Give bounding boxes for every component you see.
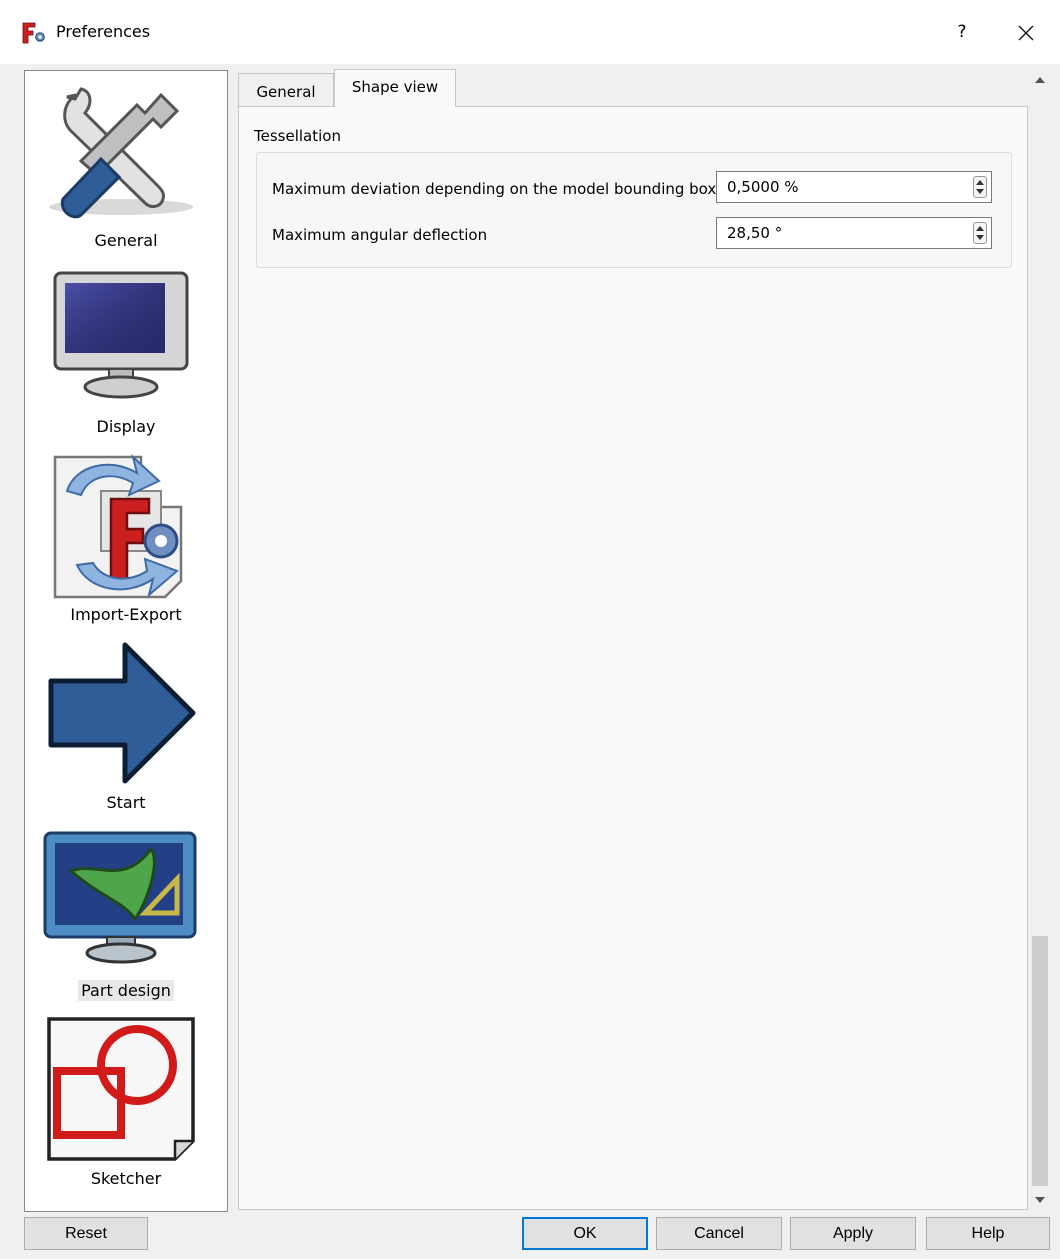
- tab-shape-view[interactable]: Shape view: [334, 69, 456, 107]
- general-tools-icon: [49, 87, 193, 219]
- category-label: Import-Export: [70, 605, 182, 624]
- spin-arrows-icon: [976, 180, 984, 194]
- vertical-scrollbar[interactable]: [1030, 70, 1050, 1210]
- category-part-design[interactable]: Part design: [25, 827, 227, 1014]
- category-label: Display: [96, 417, 156, 436]
- chevron-down-icon: [1035, 1197, 1045, 1203]
- deviation-spin-arrows[interactable]: [973, 176, 987, 198]
- tessellation-group-title: Tessellation: [254, 127, 341, 145]
- category-import-export[interactable]: Import-Export: [25, 451, 227, 638]
- category-label: General: [94, 231, 158, 250]
- sketcher-icon: [47, 1017, 195, 1161]
- category-display[interactable]: Display: [25, 263, 227, 450]
- context-help-button[interactable]: ?: [950, 18, 974, 46]
- scrollbar-thumb[interactable]: [1032, 936, 1048, 1186]
- tab-general[interactable]: General: [238, 73, 334, 106]
- reset-button[interactable]: Reset: [24, 1217, 148, 1250]
- category-label: Start: [106, 793, 146, 812]
- window-title: Preferences: [56, 22, 151, 41]
- angular-deflection-value: 28,50 °: [727, 224, 783, 242]
- title-bar: Preferences ?: [0, 0, 1060, 64]
- angular-spin-arrows[interactable]: [973, 222, 987, 244]
- scroll-up-button[interactable]: [1030, 70, 1050, 90]
- display-monitor-icon: [53, 271, 189, 399]
- tessellation-group: [256, 152, 1012, 268]
- close-button[interactable]: [1008, 18, 1044, 48]
- start-arrow-icon: [48, 642, 196, 784]
- freecad-app-icon: [22, 22, 45, 44]
- help-button[interactable]: Help: [926, 1217, 1050, 1250]
- category-general[interactable]: General: [25, 75, 227, 262]
- apply-button[interactable]: Apply: [790, 1217, 916, 1250]
- shape-view-page: [238, 106, 1028, 1210]
- preferences-category-list[interactable]: General Display Import-Export Start Part…: [24, 70, 228, 1212]
- category-start[interactable]: Start: [25, 639, 227, 826]
- category-label: Sketcher: [90, 1169, 162, 1188]
- ok-button[interactable]: OK: [522, 1217, 648, 1250]
- cancel-button[interactable]: Cancel: [656, 1217, 782, 1250]
- spin-arrows-icon: [976, 226, 984, 240]
- close-icon: [1018, 25, 1034, 41]
- import-export-icon: [53, 453, 183, 599]
- angular-deflection-label: Maximum angular deflection: [272, 226, 488, 244]
- deviation-label: Maximum deviation depending on the model…: [272, 180, 717, 198]
- scroll-down-button[interactable]: [1030, 1190, 1050, 1210]
- angular-deflection-spinbox[interactable]: 28,50 °: [716, 217, 992, 249]
- category-label: Part design: [78, 980, 174, 1001]
- deviation-value: 0,5000 %: [727, 178, 799, 196]
- part-design-icon: [43, 831, 197, 964]
- category-sketcher[interactable]: Sketcher: [25, 1015, 227, 1202]
- chevron-up-icon: [1035, 77, 1045, 83]
- deviation-spinbox[interactable]: 0,5000 %: [716, 171, 992, 203]
